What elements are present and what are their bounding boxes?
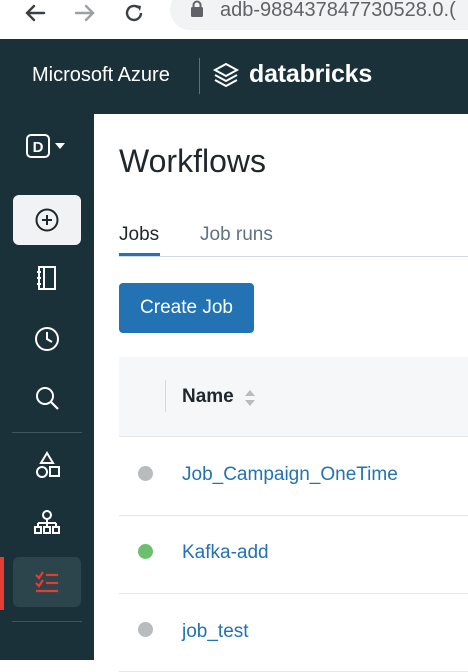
shapes-icon <box>36 451 60 478</box>
sidebar-item-compute[interactable] <box>13 498 81 548</box>
sidebar-divider <box>12 432 82 433</box>
active-indicator <box>0 557 4 610</box>
status-dot-icon <box>138 466 153 481</box>
status-dot-icon <box>138 622 153 637</box>
lock-icon <box>189 0 205 23</box>
sidebar-item-create[interactable] <box>13 195 81 245</box>
sort-icon[interactable] <box>243 388 257 413</box>
tab-jobs[interactable]: Jobs <box>119 224 159 246</box>
workspace-switcher[interactable]: D <box>13 121 81 171</box>
job-link[interactable]: job_test <box>182 621 249 643</box>
back-arrow-icon[interactable] <box>20 0 50 26</box>
databricks-logo-icon <box>212 61 240 94</box>
header-divider <box>199 58 200 94</box>
table-header <box>119 357 468 437</box>
databricks-brand[interactable]: databricks <box>249 60 372 89</box>
browser-toolbar: adb-988437847730528.0.( <box>0 0 468 39</box>
search-icon <box>36 387 59 410</box>
notebook-icon <box>37 266 56 290</box>
sidebar-item-data[interactable] <box>13 440 81 490</box>
sidebar-divider <box>12 621 82 622</box>
clock-icon <box>35 327 59 351</box>
create-job-button[interactable]: Create Job <box>119 283 254 333</box>
svg-text:D: D <box>33 139 44 156</box>
column-separator[interactable] <box>165 380 166 412</box>
table-row[interactable] <box>119 593 468 672</box>
forward-arrow-icon[interactable] <box>70 0 100 26</box>
reload-icon[interactable] <box>119 0 149 26</box>
hierarchy-icon <box>34 510 60 534</box>
page-title: Workflows <box>119 143 266 179</box>
sidebar-item-search[interactable] <box>13 373 81 423</box>
sidebar-item-workflows[interactable] <box>13 557 81 607</box>
status-dot-icon <box>138 544 153 559</box>
tab-job-runs[interactable]: Job runs <box>200 224 273 246</box>
checklist-icon <box>35 571 58 593</box>
tabs-divider <box>119 256 468 257</box>
table-row[interactable] <box>119 515 468 594</box>
sidebar-item-recents[interactable] <box>13 314 81 364</box>
column-header-name[interactable]: Name <box>182 386 234 408</box>
job-link[interactable]: Kafka-add <box>182 542 269 564</box>
url-text[interactable]: adb-988437847730528.0.( <box>220 0 456 22</box>
job-link[interactable]: Job_Campaign_OneTime <box>182 464 398 486</box>
sidebar-item-workspace[interactable] <box>13 253 81 303</box>
microsoft-azure-brand[interactable]: Microsoft Azure <box>32 64 170 87</box>
tab-selected-indicator <box>119 253 160 256</box>
plus-circle-icon <box>35 208 59 232</box>
